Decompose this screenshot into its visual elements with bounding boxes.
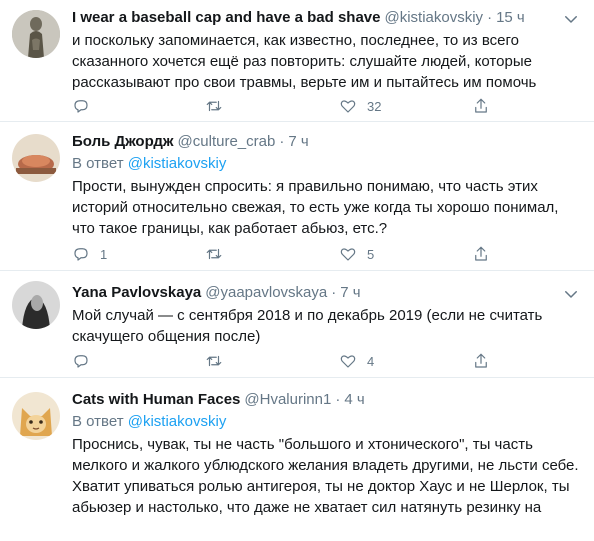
- reply-icon: [74, 248, 88, 261]
- tweet-text: и поскольку запоминается, как известно, …: [72, 32, 537, 91]
- avatar[interactable]: [12, 10, 60, 58]
- display-name[interactable]: Cats with Human Faces: [72, 390, 240, 410]
- retweet-button[interactable]: [205, 97, 233, 115]
- retweet-button[interactable]: [205, 352, 233, 370]
- chevron-down-icon[interactable]: [562, 285, 580, 303]
- tweet-header: Yana Pavlovskaya @yaapavlovskaya · 7 ч: [72, 283, 580, 303]
- retweet-icon: [206, 355, 222, 367]
- reply-mention-link[interactable]: @kistiakovskiy: [128, 155, 227, 172]
- display-name[interactable]: Yana Pavlovskaya: [72, 283, 201, 303]
- tweet-header: Cats with Human Faces @Hvalurinn1 · 4 ч: [72, 390, 580, 410]
- reply-prefix: В ответ: [72, 413, 124, 430]
- avatar-portrait-image: [12, 281, 60, 329]
- avatar-statue-image: [12, 10, 60, 58]
- share-icon: [475, 98, 487, 113]
- retweet-icon: [206, 248, 222, 260]
- like-button[interactable]: 32: [339, 97, 381, 115]
- share-button[interactable]: [472, 352, 490, 370]
- timestamp[interactable]: 4 ч: [344, 390, 364, 410]
- avatar[interactable]: [12, 134, 60, 182]
- tweet-header: I wear a baseball cap and have a bad sha…: [72, 8, 580, 28]
- user-handle[interactable]: @Hvalurinn1: [244, 390, 331, 410]
- tweet[interactable]: I wear a baseball cap and have a bad sha…: [0, 0, 594, 122]
- like-button[interactable]: 5: [339, 245, 374, 263]
- avatar-cat-image: [12, 392, 60, 440]
- reply-context: В ответ @kistiakovskiy: [72, 154, 580, 174]
- user-handle[interactable]: @culture_crab: [178, 132, 276, 152]
- avatar[interactable]: [12, 281, 60, 329]
- user-handle[interactable]: @kistiakovskiy: [384, 8, 483, 28]
- tweet-text: Мой случай — с сентября 2018 и по декабр…: [72, 307, 543, 345]
- reply-icon: [74, 100, 88, 113]
- heart-icon: [340, 100, 356, 113]
- tweet-text: Прости, вынужден спросить: я правильно п…: [72, 178, 559, 237]
- tweet[interactable]: Yana Pavlovskaya @yaapavlovskaya · 7 ч М…: [0, 271, 594, 378]
- timestamp[interactable]: 15 ч: [496, 8, 525, 28]
- tweet-feed: I wear a baseball cap and have a bad sha…: [0, 0, 594, 541]
- like-count: 4: [367, 353, 375, 369]
- reply-button[interactable]: [72, 97, 100, 115]
- reply-context: В ответ @kistiakovskiy: [72, 412, 580, 432]
- reply-count: 1: [100, 246, 108, 262]
- timestamp[interactable]: 7 ч: [288, 132, 308, 152]
- like-button[interactable]: 4: [339, 352, 374, 370]
- tweet[interactable]: Cats with Human Faces @Hvalurinn1 · 4 ч …: [0, 378, 594, 541]
- share-icon: [475, 246, 487, 261]
- user-handle[interactable]: @yaapavlovskaya: [205, 283, 327, 303]
- share-button[interactable]: [472, 245, 490, 263]
- reply-icon: [74, 355, 88, 368]
- reply-button[interactable]: [72, 352, 100, 370]
- tweet[interactable]: Боль Джордж @culture_crab · 7 ч В ответ …: [0, 122, 594, 271]
- separator-dot: ·: [487, 9, 493, 26]
- reply-button[interactable]: 1: [72, 245, 107, 263]
- separator-dot: ·: [331, 284, 337, 301]
- display-name[interactable]: Боль Джордж: [72, 132, 174, 152]
- share-button[interactable]: [472, 97, 490, 115]
- retweet-icon: [206, 100, 222, 112]
- display-name[interactable]: I wear a baseball cap and have a bad sha…: [72, 8, 380, 28]
- like-count: 5: [367, 246, 375, 262]
- tweet-header: Боль Джордж @culture_crab · 7 ч: [72, 132, 580, 152]
- separator-dot: ·: [279, 133, 285, 150]
- chevron-down-icon[interactable]: [562, 10, 580, 28]
- timestamp[interactable]: 7 ч: [340, 283, 360, 303]
- reply-prefix: В ответ: [72, 155, 124, 172]
- heart-icon: [340, 248, 356, 261]
- reply-mention-link[interactable]: @kistiakovskiy: [128, 413, 227, 430]
- avatar[interactable]: [12, 392, 60, 440]
- retweet-button[interactable]: [205, 245, 233, 263]
- share-icon: [475, 353, 487, 368]
- like-count: 32: [367, 98, 382, 114]
- separator-dot: ·: [335, 391, 341, 408]
- avatar-crab-image: [12, 134, 60, 182]
- heart-icon: [340, 355, 356, 368]
- tweet-text: Проснись, чувак, ты не часть "большого и…: [72, 436, 579, 516]
